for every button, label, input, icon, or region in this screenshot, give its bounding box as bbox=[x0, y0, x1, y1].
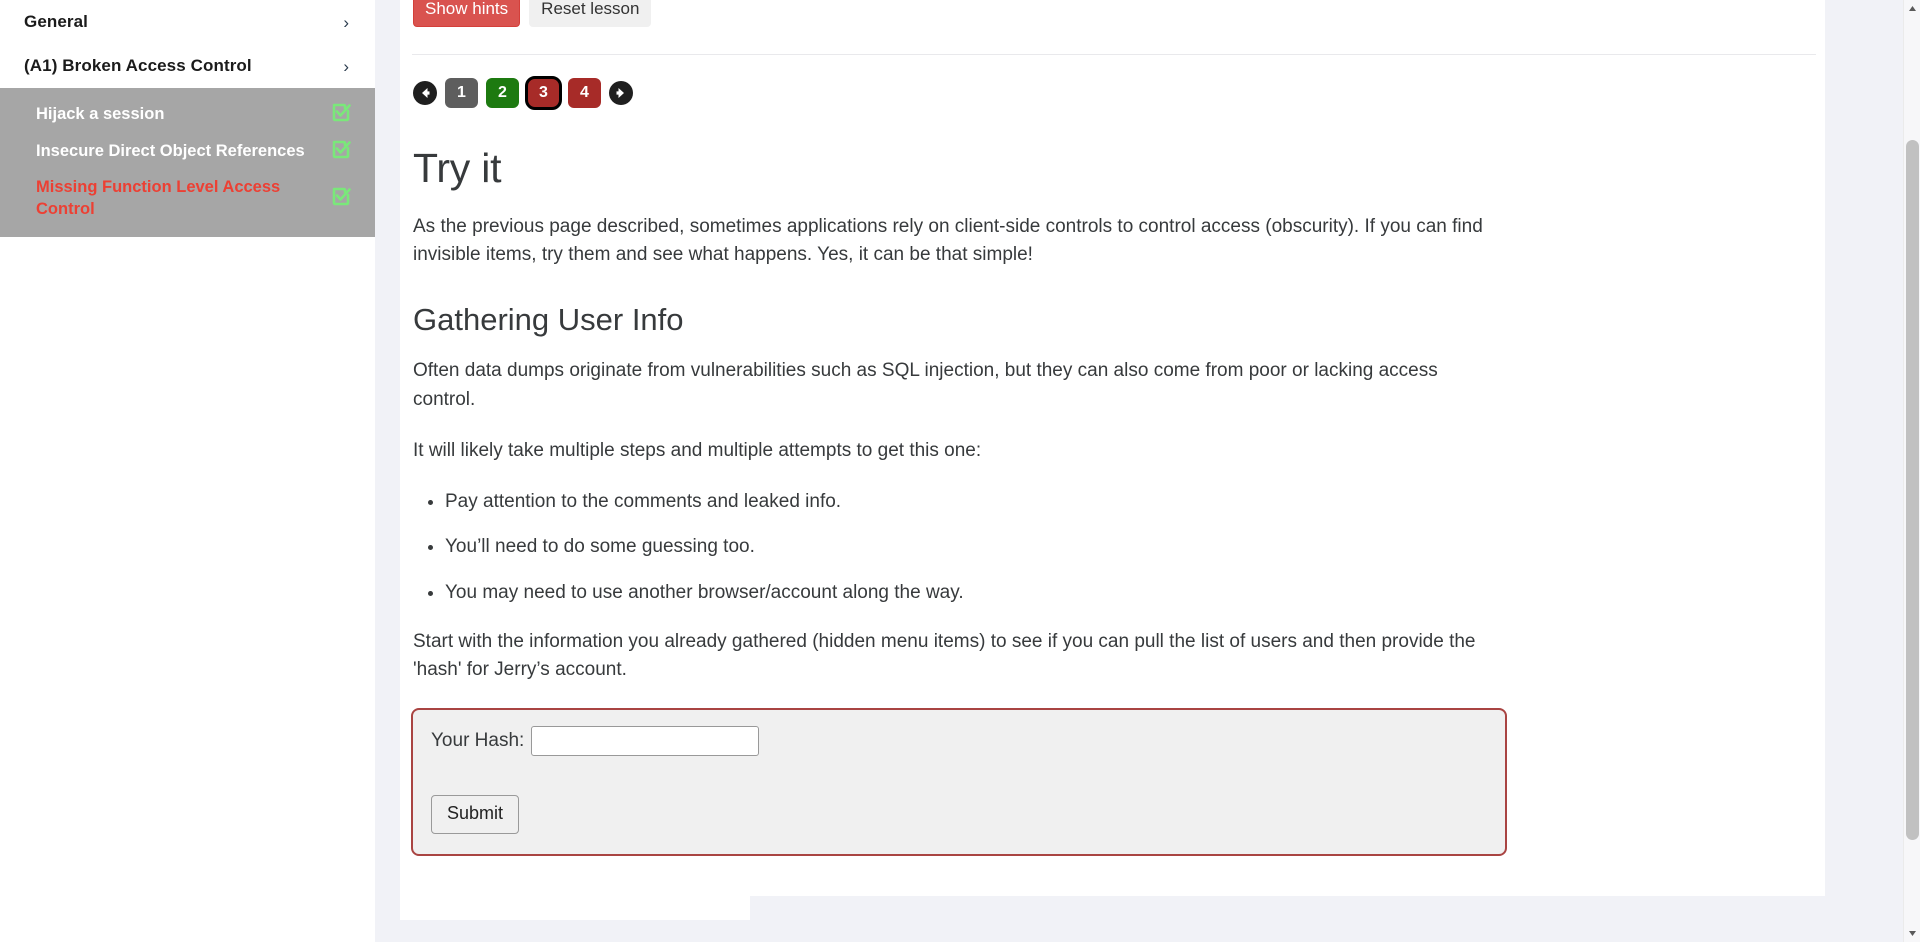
list-item: Pay attention to the comments and leaked… bbox=[445, 488, 1765, 516]
check-square-icon bbox=[331, 186, 351, 211]
section-heading-gathering-user-info: Gathering User Info bbox=[413, 302, 684, 338]
submit-button[interactable]: Submit bbox=[431, 794, 520, 834]
content-bottom-strip bbox=[750, 896, 1903, 942]
pagination-page-1[interactable]: 1 bbox=[445, 78, 478, 108]
lesson-body: Try it As the previous page described, s… bbox=[400, 145, 1825, 856]
chevron-right-icon: › bbox=[343, 12, 349, 32]
pagination-page-label: 4 bbox=[580, 84, 589, 101]
check-square-icon bbox=[331, 139, 351, 164]
chevron-right-icon: › bbox=[343, 56, 349, 76]
pagination-page-3[interactable]: 3 bbox=[525, 76, 562, 110]
hash-input[interactable] bbox=[531, 725, 760, 756]
pagination-page-label: 2 bbox=[498, 84, 507, 101]
scroll-up-arrow-icon[interactable] bbox=[1904, 0, 1920, 17]
sidebar-group-label: General bbox=[24, 12, 89, 31]
arrow-left-circle-icon[interactable] bbox=[413, 81, 437, 105]
lesson-sidebar: General › (A1) Broken Access Control › H… bbox=[0, 0, 375, 942]
sidebar-item-label: Insecure Direct Object References bbox=[36, 142, 305, 161]
sidebar-group-general[interactable]: General › bbox=[0, 0, 375, 44]
sidebar-group-label: (A1) Broken Access Control bbox=[24, 56, 252, 75]
show-hints-button[interactable]: Show hints bbox=[413, 0, 521, 27]
hash-field-label: Your Hash: bbox=[431, 729, 525, 751]
sidebar-item-hijack-a-session[interactable]: Hijack a session bbox=[0, 96, 375, 133]
lesson-tips-list: Pay attention to the comments and leaked… bbox=[413, 488, 1765, 607]
check-square-icon bbox=[331, 102, 351, 127]
lesson-toolbar: Show hints Reset lesson bbox=[400, 0, 1825, 30]
scrollbar-thumb[interactable] bbox=[1906, 140, 1919, 840]
pagination-page-2[interactable]: 2 bbox=[486, 78, 519, 108]
lesson-paragraph-2: It will likely take multiple steps and m… bbox=[413, 439, 982, 461]
lesson-paragraph-3: Start with the information you already g… bbox=[413, 631, 1476, 681]
app-root: General › (A1) Broken Access Control › H… bbox=[0, 0, 1920, 942]
pagination-page-4[interactable]: 4 bbox=[568, 78, 601, 108]
reset-lesson-button[interactable]: Reset lesson bbox=[529, 0, 652, 27]
page-scrollbar[interactable] bbox=[1903, 0, 1920, 942]
pagination-page-label: 3 bbox=[539, 84, 548, 101]
lesson-paragraph-1: Often data dumps originate from vulnerab… bbox=[413, 360, 1438, 410]
sidebar-item-insecure-direct-object-references[interactable]: Insecure Direct Object References bbox=[0, 133, 375, 170]
hash-attack-form: Your Hash: Submit bbox=[411, 707, 1507, 856]
list-item: You’ll need to do some guessing too. bbox=[445, 533, 1765, 561]
lesson-card: Show hints Reset lesson 1 2 3 4 Try it A… bbox=[400, 0, 1825, 920]
arrow-right-circle-icon[interactable] bbox=[609, 81, 633, 105]
hash-form-row: Your Hash: bbox=[431, 725, 1487, 756]
sidebar-item-missing-function-level-access-control[interactable]: Missing Function Level Access Control bbox=[0, 170, 375, 227]
sidebar-lesson-list: Hijack a session Insecure Direct Object … bbox=[0, 88, 375, 237]
sidebar-item-label: Hijack a session bbox=[36, 105, 165, 124]
lesson-content-area: Show hints Reset lesson 1 2 3 4 Try it A… bbox=[375, 0, 1920, 942]
sidebar-group-broken-access-control[interactable]: (A1) Broken Access Control › bbox=[0, 44, 375, 88]
page-title: Try it bbox=[413, 145, 502, 191]
list-item: You may need to use another browser/acco… bbox=[445, 579, 1765, 607]
scroll-down-arrow-icon[interactable] bbox=[1904, 925, 1920, 942]
sidebar-item-label: Missing Function Level Access Control bbox=[36, 178, 281, 219]
lesson-intro-paragraph: As the previous page described, sometime… bbox=[413, 216, 1483, 266]
lesson-pagination: 1 2 3 4 bbox=[400, 55, 1825, 110]
pagination-page-label: 1 bbox=[457, 84, 466, 101]
